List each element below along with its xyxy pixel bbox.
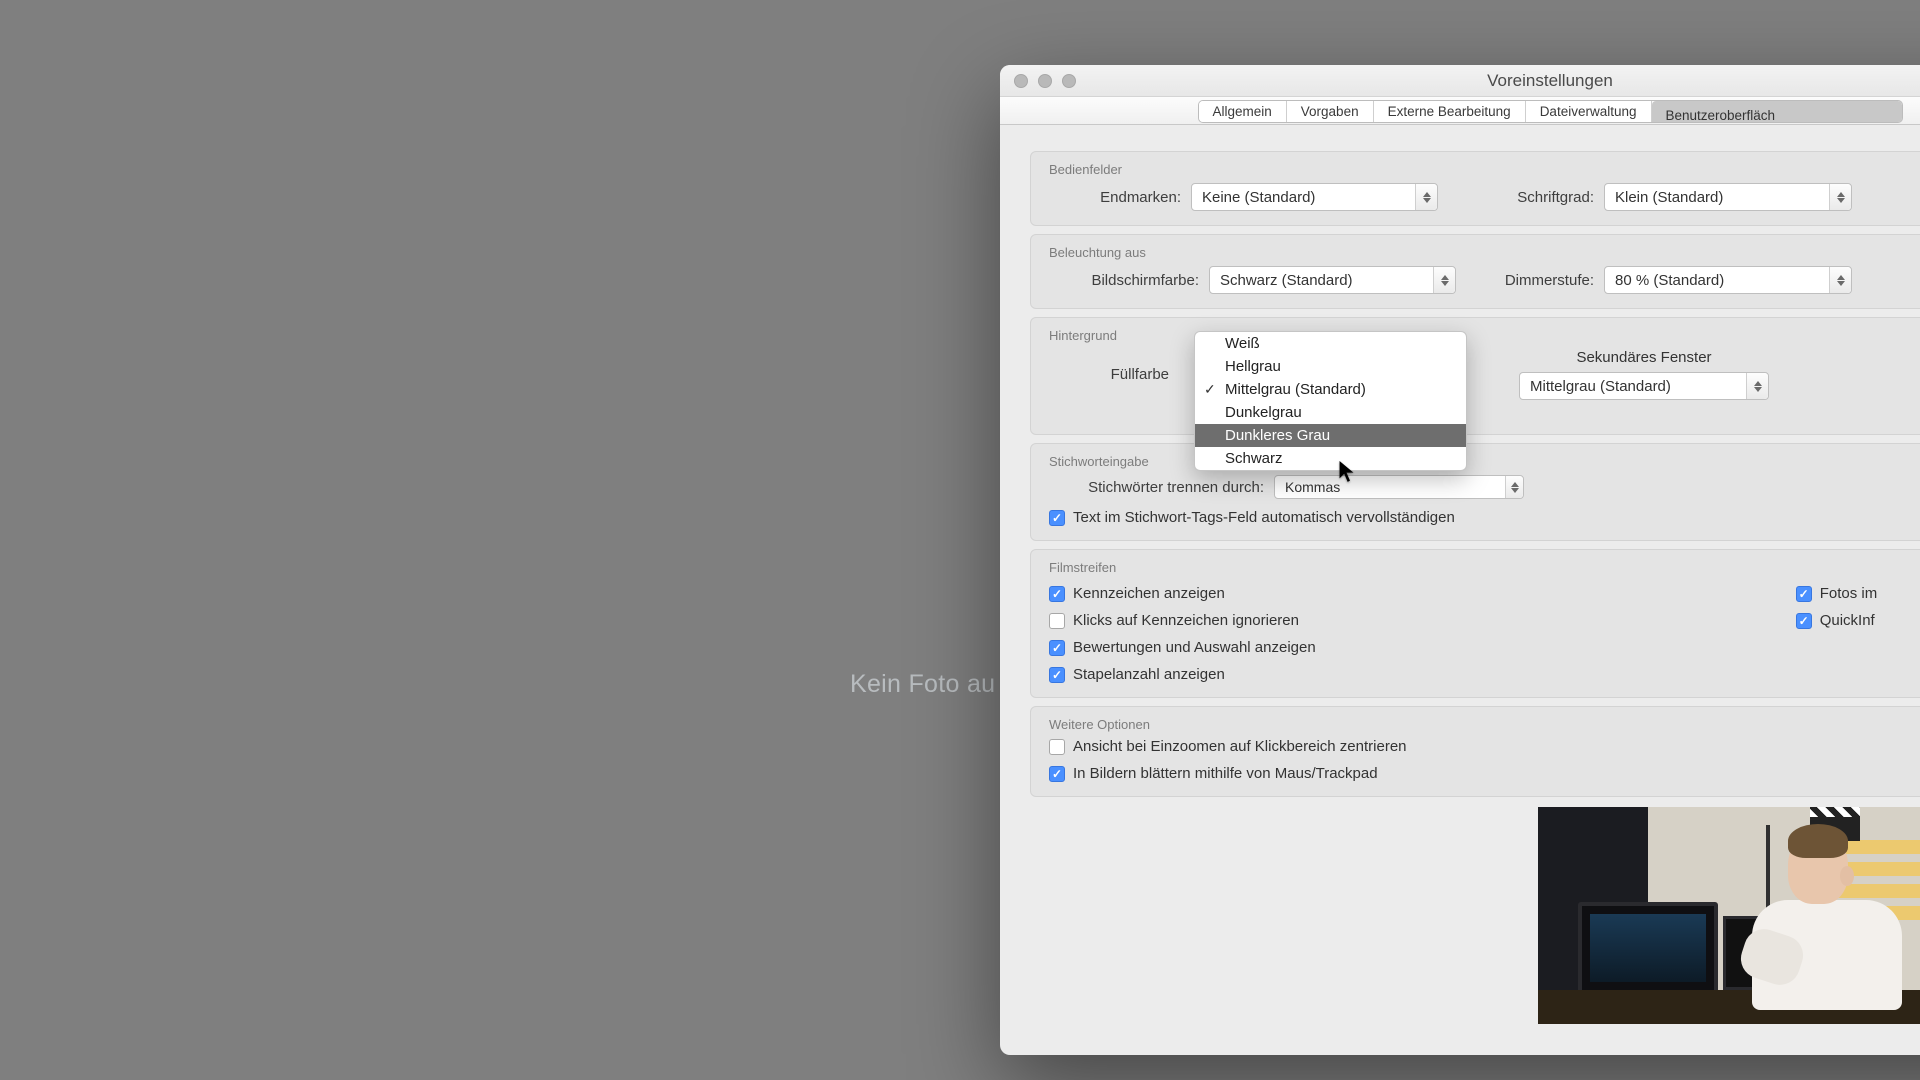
fontsize-value: Klein (Standard) <box>1615 189 1723 206</box>
group-title: Weitere Optionen <box>1049 717 1920 732</box>
group-filmstrip: Filmstreifen Kennzeichen anzeigen Klicks … <box>1030 549 1920 698</box>
checkbox-icon <box>1796 613 1812 629</box>
checkbox-icon <box>1049 667 1065 683</box>
group-title: Stichworteingabe <box>1049 454 1920 469</box>
chevron-updown-icon <box>1433 267 1455 293</box>
tab-allgemein[interactable]: Allgemein <box>1199 101 1287 122</box>
show-badges-checkbox[interactable]: Kennzeichen anzeigen <box>1049 585 1316 602</box>
fillcolor-option[interactable]: Dunkleres Grau <box>1195 424 1466 447</box>
ignore-badge-clicks-checkbox[interactable]: Klicks auf Kennzeichen ignorieren <box>1049 612 1316 629</box>
webcam-thumbnail <box>1538 807 1920 1024</box>
endmarks-label: Endmarken: <box>1049 189 1181 206</box>
dimlevel-value: 80 % (Standard) <box>1615 272 1724 289</box>
scroll-images-checkbox[interactable]: In Bildern blättern mithilfe von Maus/Tr… <box>1049 765 1920 782</box>
screencolor-label: Bildschirmfarbe: <box>1049 272 1199 289</box>
show-badges-checkbox-label: Kennzeichen anzeigen <box>1073 585 1225 602</box>
group-lightsout: Beleuchtung aus Bildschirmfarbe: Schwarz… <box>1030 234 1920 309</box>
chevron-updown-icon <box>1505 476 1523 498</box>
secondary-window-header: Sekundäres Fenster <box>1576 349 1711 366</box>
checkbox-icon <box>1049 510 1065 526</box>
checkbox-icon <box>1049 640 1065 656</box>
checkbox-icon <box>1796 586 1812 602</box>
photos-in-checkbox-label: Fotos im <box>1820 585 1878 602</box>
group-background: Hintergrund Füllfarbe Sekundäres Fenster… <box>1030 317 1920 435</box>
ignore-badge-clicks-checkbox-label: Klicks auf Kennzeichen ignorieren <box>1073 612 1299 629</box>
window-controls <box>1000 74 1076 88</box>
center-on-zoom-checkbox[interactable]: Ansicht bei Einzoomen auf Klickbereich z… <box>1049 738 1920 755</box>
tab-benutzeroberfl-ch[interactable]: Benutzeroberfläch <box>1652 101 1902 123</box>
quickinfo-checkbox[interactable]: QuickInf <box>1796 612 1878 629</box>
dimlevel-select[interactable]: 80 % (Standard) <box>1604 266 1852 294</box>
fillcolor-option[interactable]: Weiß <box>1195 332 1466 355</box>
tab-vorgaben[interactable]: Vorgaben <box>1287 101 1374 122</box>
chevron-updown-icon <box>1829 267 1851 293</box>
quickinfo-checkbox-label: QuickInf <box>1820 612 1875 629</box>
dimlevel-label: Dimmerstufe: <box>1466 272 1594 289</box>
fillcolor-option[interactable]: Hellgrau <box>1195 355 1466 378</box>
checkbox-icon <box>1049 586 1065 602</box>
maximize-icon[interactable] <box>1062 74 1076 88</box>
group-title: Bedienfelder <box>1049 162 1920 177</box>
group-title: Beleuchtung aus <box>1049 245 1920 260</box>
chevron-updown-icon <box>1746 373 1768 399</box>
tab-dateiverwaltung[interactable]: Dateiverwaltung <box>1526 101 1652 122</box>
group-title: Hintergrund <box>1049 328 1920 343</box>
fillcolor-option[interactable]: Mittelgrau (Standard) <box>1195 378 1466 401</box>
secondary-fill-value: Mittelgrau (Standard) <box>1530 378 1671 395</box>
prefs-body: Bedienfelder Endmarken: Keine (Standard)… <box>1000 125 1920 797</box>
chevron-updown-icon <box>1829 184 1851 210</box>
tab-externe-bearbeitung[interactable]: Externe Bearbeitung <box>1374 101 1526 122</box>
checkbox-icon <box>1049 613 1065 629</box>
checkbox-icon <box>1049 739 1065 755</box>
show-stackcount-checkbox-label: Stapelanzahl anzeigen <box>1073 666 1225 683</box>
show-stackcount-checkbox[interactable]: Stapelanzahl anzeigen <box>1049 666 1316 683</box>
endmarks-value: Keine (Standard) <box>1202 189 1315 206</box>
close-icon[interactable] <box>1014 74 1028 88</box>
fillcolor-option[interactable]: Dunkelgrau <box>1195 401 1466 424</box>
autocomplete-checkbox[interactable]: Text im Stichwort-Tags-Feld automatisch … <box>1049 509 1455 526</box>
autocomplete-label: Text im Stichwort-Tags-Feld automatisch … <box>1073 509 1455 526</box>
show-ratings-checkbox-label: Bewertungen und Auswahl anzeigen <box>1073 639 1316 656</box>
titlebar: Voreinstellungen <box>1000 65 1920 97</box>
separator-select[interactable]: Kommas <box>1274 475 1524 499</box>
photos-in-checkbox[interactable]: Fotos im <box>1796 585 1878 602</box>
checkbox-icon <box>1049 766 1065 782</box>
fillcolor-dropdown[interactable]: WeißHellgrauMittelgrau (Standard)Dunkelg… <box>1194 331 1467 471</box>
fillcolor-option[interactable]: Schwarz <box>1195 447 1466 470</box>
group-keywords: Stichworteingabe Stichwörter trennen dur… <box>1030 443 1920 541</box>
endmarks-select[interactable]: Keine (Standard) <box>1191 183 1438 211</box>
minimize-icon[interactable] <box>1038 74 1052 88</box>
group-more: Weitere Optionen Ansicht bei Einzoomen a… <box>1030 706 1920 797</box>
group-title: Filmstreifen <box>1049 560 1920 575</box>
secondary-fill-select[interactable]: Mittelgrau (Standard) <box>1519 372 1769 400</box>
chevron-updown-icon <box>1415 184 1437 210</box>
screencolor-select[interactable]: Schwarz (Standard) <box>1209 266 1456 294</box>
cursor-icon <box>1339 461 1354 483</box>
fillcolor-label: Füllfarbe <box>1049 366 1169 383</box>
scroll-images-checkbox-label: In Bildern blättern mithilfe von Maus/Tr… <box>1073 765 1378 782</box>
fontsize-select[interactable]: Klein (Standard) <box>1604 183 1852 211</box>
screencolor-value: Schwarz (Standard) <box>1220 272 1353 289</box>
prefs-tabbar: AllgemeinVorgabenExterne BearbeitungDate… <box>1000 97 1920 125</box>
separator-label: Stichwörter trennen durch: <box>1049 479 1264 496</box>
group-panels: Bedienfelder Endmarken: Keine (Standard)… <box>1030 151 1920 226</box>
main-empty-text: Kein Foto au <box>850 670 995 699</box>
separator-value: Kommas <box>1285 479 1340 495</box>
fontsize-label: Schriftgrad: <box>1448 189 1594 206</box>
show-ratings-checkbox[interactable]: Bewertungen und Auswahl anzeigen <box>1049 639 1316 656</box>
center-on-zoom-checkbox-label: Ansicht bei Einzoomen auf Klickbereich z… <box>1073 738 1407 755</box>
window-title: Voreinstellungen <box>1000 71 1920 91</box>
